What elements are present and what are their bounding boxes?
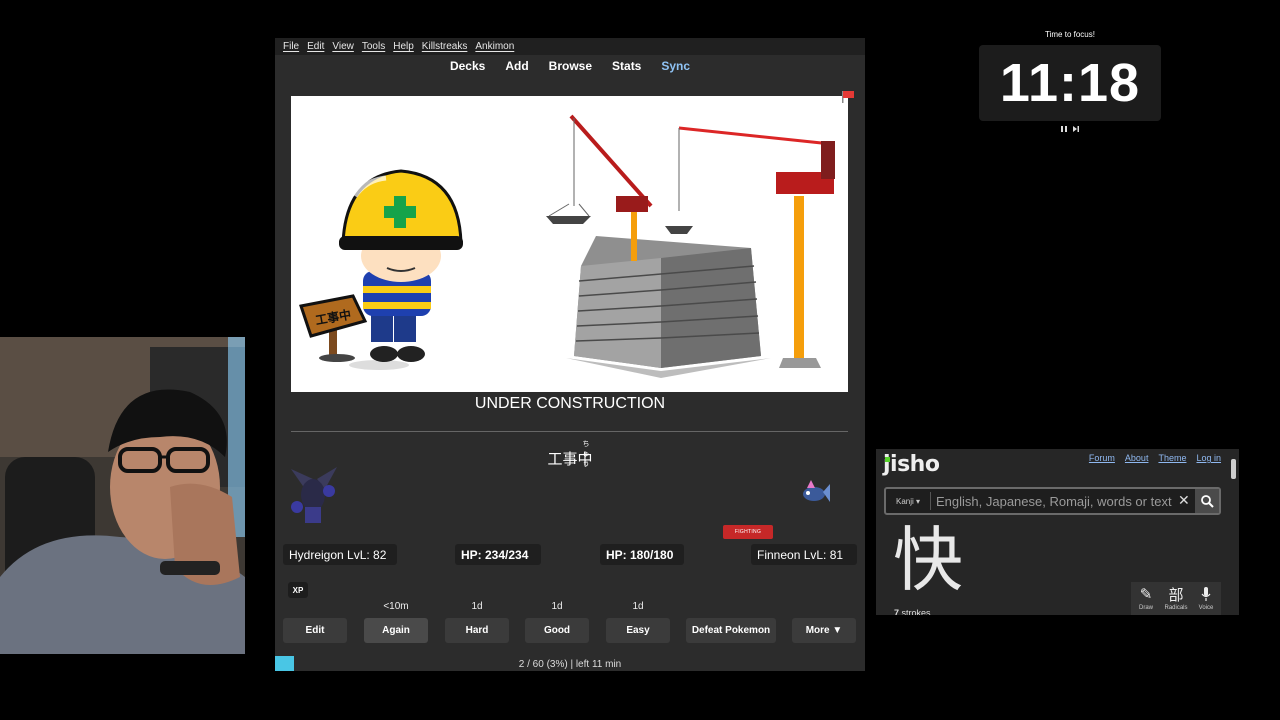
enemy-hp: HP: 180/180: [600, 544, 684, 565]
menu-view[interactable]: View: [332, 41, 354, 52]
jisho-panel: jisho Forum About Theme Log in Kanji ▾ ✕…: [876, 449, 1239, 615]
good-interval: 1d: [551, 601, 563, 612]
timer-display: 11:18: [979, 45, 1161, 121]
forum-link[interactable]: Forum: [1089, 453, 1115, 463]
pause-icon[interactable]: [1060, 125, 1068, 133]
about-link[interactable]: About: [1125, 453, 1149, 463]
sync-link[interactable]: Sync: [661, 59, 690, 73]
timer-controls: [1058, 125, 1082, 133]
decks-link[interactable]: Decks: [450, 59, 485, 73]
again-button[interactable]: Again: [364, 618, 428, 643]
good-button[interactable]: Good: [525, 618, 589, 643]
jisho-nav: Forum About Theme Log in: [1089, 453, 1221, 463]
anki-window: File Edit View Tools Help Killstreaks An…: [275, 38, 865, 671]
stroke-count-label: strokes: [901, 608, 931, 615]
kanji-result: 快: [893, 519, 963, 601]
menu-killstreaks[interactable]: Killstreaks: [422, 41, 468, 52]
answer-word: 工事中 ちゅう: [547, 440, 592, 469]
hard-interval: 1d: [471, 601, 483, 612]
stroke-count-number: 7: [894, 608, 900, 615]
defeat-pokemon-button[interactable]: Defeat Pokemon: [686, 618, 776, 643]
skip-icon[interactable]: [1072, 125, 1080, 133]
answer-furigana: ちゅう: [582, 440, 590, 468]
jisho-logo-text: jisho: [883, 452, 940, 477]
voice-label: Voice: [1198, 605, 1214, 611]
login-link[interactable]: Log in: [1196, 453, 1221, 463]
hydreigon-sprite: [291, 467, 337, 523]
webcam-feed: [0, 337, 245, 654]
scrollbar-thumb[interactable]: [1231, 459, 1236, 479]
radicals-icon: 部: [1168, 585, 1184, 604]
input-tools: ✎ Draw 部 Radicals Voice: [1131, 582, 1221, 615]
timer-time: 11:18: [999, 53, 1141, 113]
flag-icon[interactable]: [841, 90, 855, 104]
edit-button[interactable]: Edit: [283, 618, 347, 643]
easy-interval: 1d: [632, 601, 644, 612]
search-input[interactable]: [936, 491, 1176, 511]
player-hp: HP: 234/234: [455, 544, 541, 565]
browse-link[interactable]: Browse: [549, 59, 592, 73]
webcam-image: [0, 337, 245, 654]
enemy-type-badge: FIGHTING: [723, 525, 773, 539]
again-interval: <10m: [383, 601, 409, 612]
stats-link[interactable]: Stats: [612, 59, 641, 73]
easy-button[interactable]: Easy: [606, 618, 670, 643]
enemy-name-level: Finneon LvL: 81: [751, 544, 857, 565]
search-icon: [1201, 495, 1214, 508]
finneon-sprite: [803, 480, 830, 502]
toolbar-links: Decks Add Browse Stats Sync: [275, 55, 865, 77]
theme-link[interactable]: Theme: [1158, 453, 1186, 463]
stroke-count: 7 strokes: [894, 608, 931, 615]
under-construction-illustration: 工事中: [299, 114, 835, 378]
xp-badge: XP: [288, 582, 308, 598]
jisho-logo[interactable]: jisho: [883, 452, 940, 477]
voice-tool[interactable]: Voice: [1192, 585, 1220, 611]
player-name-level: Hydreigon LvL: 82: [283, 544, 397, 565]
radicals-tool[interactable]: 部 Radicals: [1162, 585, 1190, 612]
focus-label: Time to focus!: [1045, 30, 1095, 39]
menu-ankimon[interactable]: Ankimon: [475, 41, 514, 52]
answer-text: 工事中 ちゅう: [275, 440, 865, 469]
radicals-label: Radicals: [1164, 605, 1188, 611]
progress-text: 2 / 60 (3%) | left 11 min: [518, 659, 622, 670]
add-link[interactable]: Add: [505, 59, 528, 73]
clear-icon[interactable]: ✕: [1178, 492, 1190, 509]
draw-icon: ✎: [1139, 585, 1153, 603]
more-button[interactable]: More ▼: [792, 618, 856, 643]
card-image: 工事中: [291, 96, 848, 392]
draw-tool[interactable]: ✎ Draw: [1132, 585, 1160, 611]
search-box: Kanji ▾ ✕: [884, 487, 1221, 515]
search-mode-select[interactable]: Kanji ▾: [896, 497, 920, 506]
menu-tools[interactable]: Tools: [362, 41, 385, 52]
draw-label: Draw: [1138, 605, 1153, 611]
card-title: UNDER CONSTRUCTION: [474, 395, 666, 412]
jisho-scrollbar[interactable]: [1231, 451, 1237, 613]
hard-button[interactable]: Hard: [445, 618, 509, 643]
microphone-icon: [1201, 585, 1211, 603]
search-separator: [930, 492, 931, 510]
search-button[interactable]: [1195, 489, 1219, 513]
card-divider: [291, 431, 848, 432]
menu-edit[interactable]: Edit: [307, 41, 324, 52]
menu-bar: File Edit View Tools Help Killstreaks An…: [275, 38, 865, 55]
jisho-logo-dot: [885, 457, 890, 462]
menu-help[interactable]: Help: [393, 41, 414, 52]
menu-file[interactable]: File: [283, 41, 299, 52]
